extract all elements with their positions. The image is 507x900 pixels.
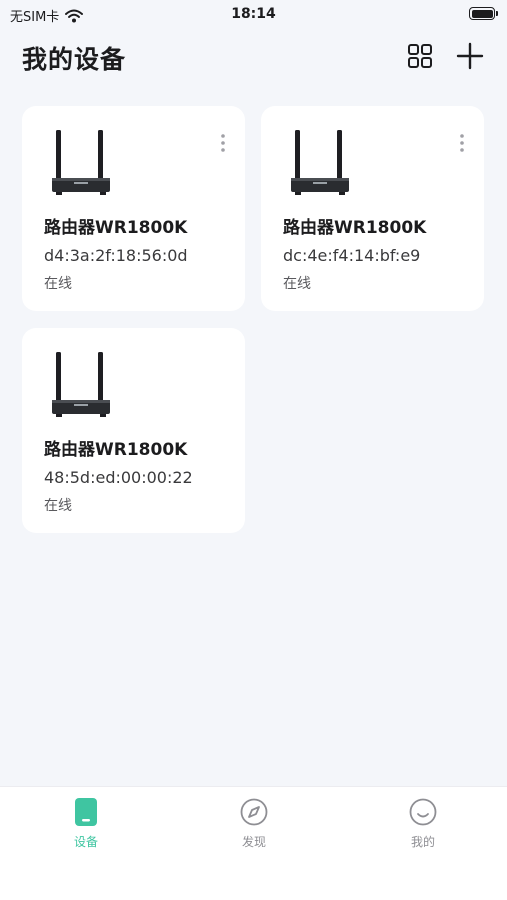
device-mac: dc:4e:f4:14:bf:e9 [283, 246, 421, 265]
device-name: 路由器WR1800K [283, 218, 427, 238]
router-image [52, 352, 110, 417]
tab-discover-label: 发现 [241, 835, 266, 849]
device-name: 路由器WR1800K [44, 218, 188, 238]
router-image [52, 130, 110, 195]
page-title: 我的设备 [22, 45, 127, 74]
device-card[interactable]: 路由器WR1800K dc:4e:f4:14:bf:e9 在线 [261, 106, 484, 311]
plus-icon [456, 42, 484, 70]
device-icon [75, 798, 97, 826]
compass-icon [240, 798, 268, 826]
status-time: 18:14 [231, 6, 276, 22]
tab-devices[interactable]: 设备 [46, 797, 126, 857]
tab-discover[interactable]: 发现 [214, 797, 294, 857]
device-card[interactable]: 路由器WR1800K d4:3a:2f:18:56:0d 在线 [22, 106, 245, 311]
header: 我的设备 [0, 30, 507, 82]
more-options-icon[interactable] [454, 132, 470, 154]
device-mac: 48:5d:ed:00:00:22 [44, 468, 193, 487]
grid-icon [408, 44, 432, 68]
device-name: 路由器WR1800K [44, 440, 188, 460]
tab-devices-label: 设备 [73, 835, 98, 849]
smile-icon [409, 798, 437, 826]
tab-mine-label: 我的 [410, 835, 435, 849]
tab-bar: 设备 发现 我的 [0, 786, 507, 900]
device-mac: d4:3a:2f:18:56:0d [44, 246, 188, 265]
device-card[interactable]: 路由器WR1800K 48:5d:ed:00:00:22 在线 [22, 328, 245, 533]
add-device-button[interactable] [454, 40, 486, 72]
tab-mine[interactable]: 我的 [383, 797, 463, 857]
device-status: 在线 [283, 276, 311, 292]
grid-view-button[interactable] [404, 40, 436, 72]
status-bar: 无SIM卡 18:14 [0, 0, 507, 30]
device-status: 在线 [44, 498, 72, 514]
battery-icon [469, 7, 498, 20]
more-options-icon[interactable] [215, 132, 231, 154]
device-status: 在线 [44, 276, 72, 292]
router-image [291, 130, 349, 195]
